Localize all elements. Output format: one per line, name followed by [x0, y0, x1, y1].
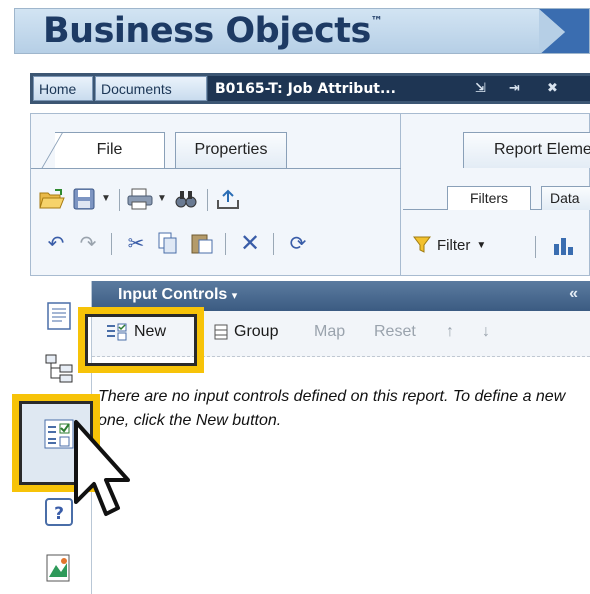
- group-button[interactable]: Group: [214, 323, 278, 341]
- toolbar-right: Report Elemen Filters Data Filter ▼: [403, 114, 590, 275]
- move-down-icon[interactable]: ↓: [482, 323, 490, 341]
- save-dropdown-icon[interactable]: ▼: [101, 193, 111, 204]
- new-button-highlight: [78, 307, 204, 373]
- copy-icon[interactable]: [155, 230, 181, 256]
- tab-report-elements[interactable]: Report Elemen: [463, 132, 590, 168]
- tab-file[interactable]: File: [55, 132, 165, 168]
- group-icon: [214, 324, 228, 340]
- filter-dropdown-icon[interactable]: ▼: [476, 240, 486, 251]
- brand-bar: Business Objects™: [0, 0, 590, 60]
- map-button-label: Map: [314, 323, 346, 340]
- tab-documents[interactable]: Documents: [95, 76, 207, 101]
- empty-state-message: There are no input controls defined on t…: [98, 388, 566, 429]
- tab-file-label: File: [96, 141, 123, 158]
- toolbar-separator: [119, 189, 120, 211]
- tab-report-elements-label: Report Elemen: [494, 141, 590, 158]
- toolbar-row-edit: ↶ ↷ ✂ ✕ ⟳: [31, 228, 401, 262]
- redo-icon[interactable]: ↷: [75, 230, 101, 256]
- refresh-icon[interactable]: ⟳: [285, 230, 311, 256]
- save-icon[interactable]: [71, 186, 97, 212]
- ranking-icon[interactable]: [551, 232, 577, 258]
- ribbon-divider: [31, 168, 401, 169]
- toolbar-separator: [111, 233, 112, 255]
- brand-trademark: ™: [370, 14, 383, 29]
- undo-icon[interactable]: ↶: [43, 230, 69, 256]
- brand-banner: Business Objects™: [14, 8, 590, 54]
- brand-logo: Business Objects™: [43, 11, 383, 51]
- toolbar-separator: [225, 233, 226, 255]
- find-icon[interactable]: [173, 186, 199, 212]
- move-up-icon[interactable]: ↑: [446, 323, 454, 341]
- toolbar-separator: [207, 189, 208, 211]
- close-icon[interactable]: ✖: [547, 77, 558, 101]
- tab-filters-label: Filters: [469, 190, 509, 206]
- paste-icon[interactable]: [189, 230, 215, 256]
- chevron-down-icon: ▾: [231, 290, 238, 302]
- map-button[interactable]: Map: [314, 323, 345, 341]
- report-subtabs: Filters Data: [403, 176, 590, 210]
- reset-button[interactable]: Reset: [374, 323, 416, 341]
- filter-button[interactable]: Filter ▼: [413, 232, 486, 258]
- hierarchy-icon[interactable]: [44, 353, 74, 383]
- toolbar-separator: [535, 236, 536, 258]
- filter-toolbar: Filter ▼: [403, 228, 590, 262]
- cut-icon[interactable]: ✂: [123, 230, 149, 256]
- export-icon[interactable]: [215, 186, 241, 212]
- print-dropdown-icon[interactable]: ▼: [157, 193, 167, 204]
- brand-name: Business Objects: [43, 11, 371, 51]
- document-structure-icon[interactable]: [44, 301, 74, 331]
- navigation-bar: Home Documents B0165-T: Job Attribut... …: [30, 73, 590, 104]
- input-controls-title[interactable]: Input Controls ▾: [118, 286, 237, 304]
- print-icon[interactable]: [127, 186, 153, 212]
- group-button-label: Group: [234, 323, 279, 340]
- toolbar-row-file: ▼ ▼: [31, 184, 401, 218]
- tab-properties[interactable]: Properties: [175, 132, 287, 168]
- reset-button-label: Reset: [374, 323, 416, 340]
- cursor-icon: [74, 420, 130, 516]
- tab-home[interactable]: Home: [33, 76, 93, 101]
- toolbar-separator: [273, 233, 274, 255]
- open-folder-icon[interactable]: [39, 186, 65, 212]
- brand-arrow-graphic: [539, 9, 589, 53]
- minimize-icon[interactable]: ⇥: [509, 77, 520, 101]
- tab-data-label: Data: [550, 190, 580, 206]
- pin-icon[interactable]: ⇲: [475, 77, 486, 101]
- collapse-icon[interactable]: «: [569, 285, 578, 303]
- panel-title-text: Input Controls: [118, 286, 228, 303]
- tab-documents-label: Documents: [101, 81, 172, 97]
- delete-icon[interactable]: ✕: [237, 230, 263, 257]
- tab-properties-label: Properties: [194, 141, 268, 158]
- toolbar-area: File Properties ▼ ▼ ↶ ↷ ✂ ✕ ⟳ Report Ele…: [30, 113, 590, 276]
- tab-home-label: Home: [39, 81, 77, 97]
- document-tab-title: B0165-T: Job Attribut...: [215, 81, 396, 97]
- tab-data[interactable]: Data: [541, 186, 590, 210]
- chart-icon[interactable]: [44, 553, 74, 583]
- svg-text:?: ?: [54, 504, 64, 524]
- filter-icon: [413, 236, 431, 253]
- filter-label: Filter: [437, 236, 471, 254]
- tab-active-document[interactable]: B0165-T: Job Attribut... ⇲ ⇥ ✖: [208, 76, 590, 101]
- toolbar-left: File Properties ▼ ▼ ↶ ↷ ✂ ✕ ⟳: [31, 114, 401, 275]
- tab-filters[interactable]: Filters: [447, 186, 531, 210]
